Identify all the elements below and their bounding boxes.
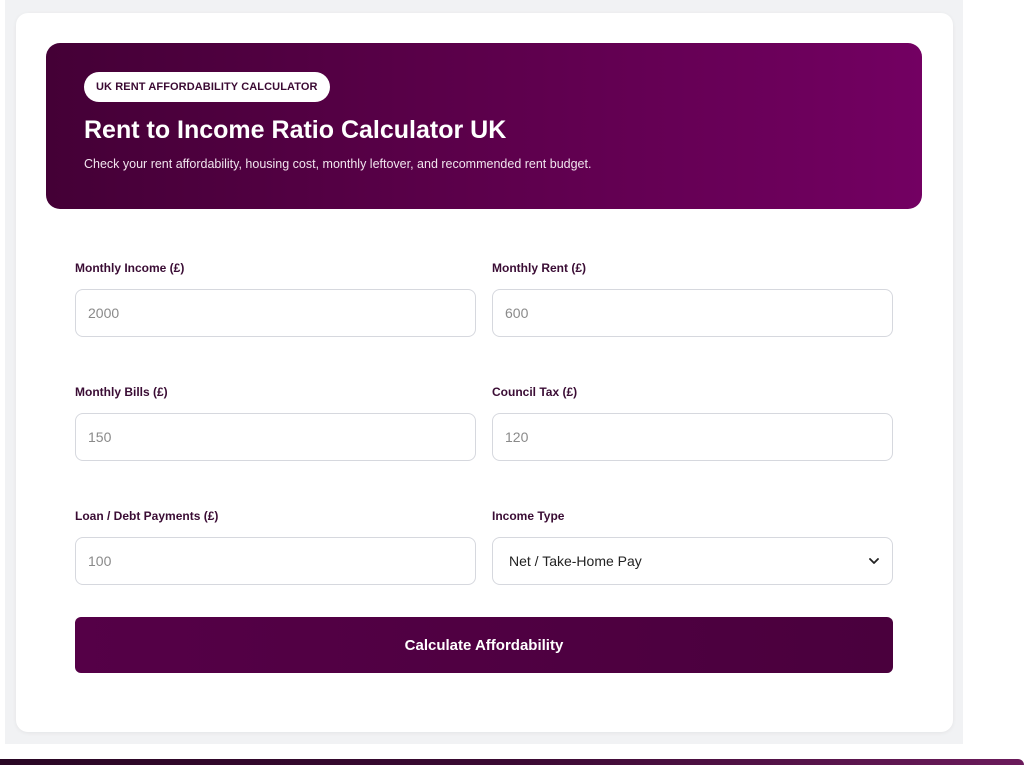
monthly-bills-group: Monthly Bills (£) <box>75 385 476 461</box>
income-type-selected-value: Net / Take-Home Pay <box>509 553 642 569</box>
page-subtitle: Check your rent affordability, housing c… <box>84 157 592 171</box>
monthly-income-input[interactable] <box>75 289 476 337</box>
monthly-bills-label: Monthly Bills (£) <box>75 385 168 399</box>
loan-debt-input[interactable] <box>75 537 476 585</box>
income-type-label: Income Type <box>492 509 565 523</box>
monthly-rent-input[interactable] <box>492 289 893 337</box>
monthly-income-group: Monthly Income (£) <box>75 261 476 337</box>
page-title: Rent to Income Ratio Calculator UK <box>84 116 507 144</box>
council-tax-input[interactable] <box>492 413 893 461</box>
footer-bar-edge <box>0 759 1024 765</box>
monthly-rent-label: Monthly Rent (£) <box>492 261 586 275</box>
council-tax-label: Council Tax (£) <box>492 385 578 399</box>
calculator-badge: UK RENT AFFORDABILITY CALCULATOR <box>84 72 330 102</box>
hero-banner: UK RENT AFFORDABILITY CALCULATOR Rent to… <box>46 43 922 209</box>
loan-debt-label: Loan / Debt Payments (£) <box>75 509 219 523</box>
council-tax-group: Council Tax (£) <box>492 385 893 461</box>
income-type-group: Income Type Net / Take-Home Pay <box>492 509 893 585</box>
calculator-form: Monthly Income (£) Monthly Rent (£) Mont… <box>75 261 893 585</box>
monthly-rent-group: Monthly Rent (£) <box>492 261 893 337</box>
loan-debt-group: Loan / Debt Payments (£) <box>75 509 476 585</box>
monthly-bills-input[interactable] <box>75 413 476 461</box>
monthly-income-label: Monthly Income (£) <box>75 261 185 275</box>
calculate-affordability-button[interactable]: Calculate Affordability <box>75 617 893 673</box>
income-type-select[interactable]: Net / Take-Home Pay <box>492 537 893 585</box>
calculator-card: UK RENT AFFORDABILITY CALCULATOR Rent to… <box>16 13 953 732</box>
chevron-down-icon <box>868 555 880 567</box>
